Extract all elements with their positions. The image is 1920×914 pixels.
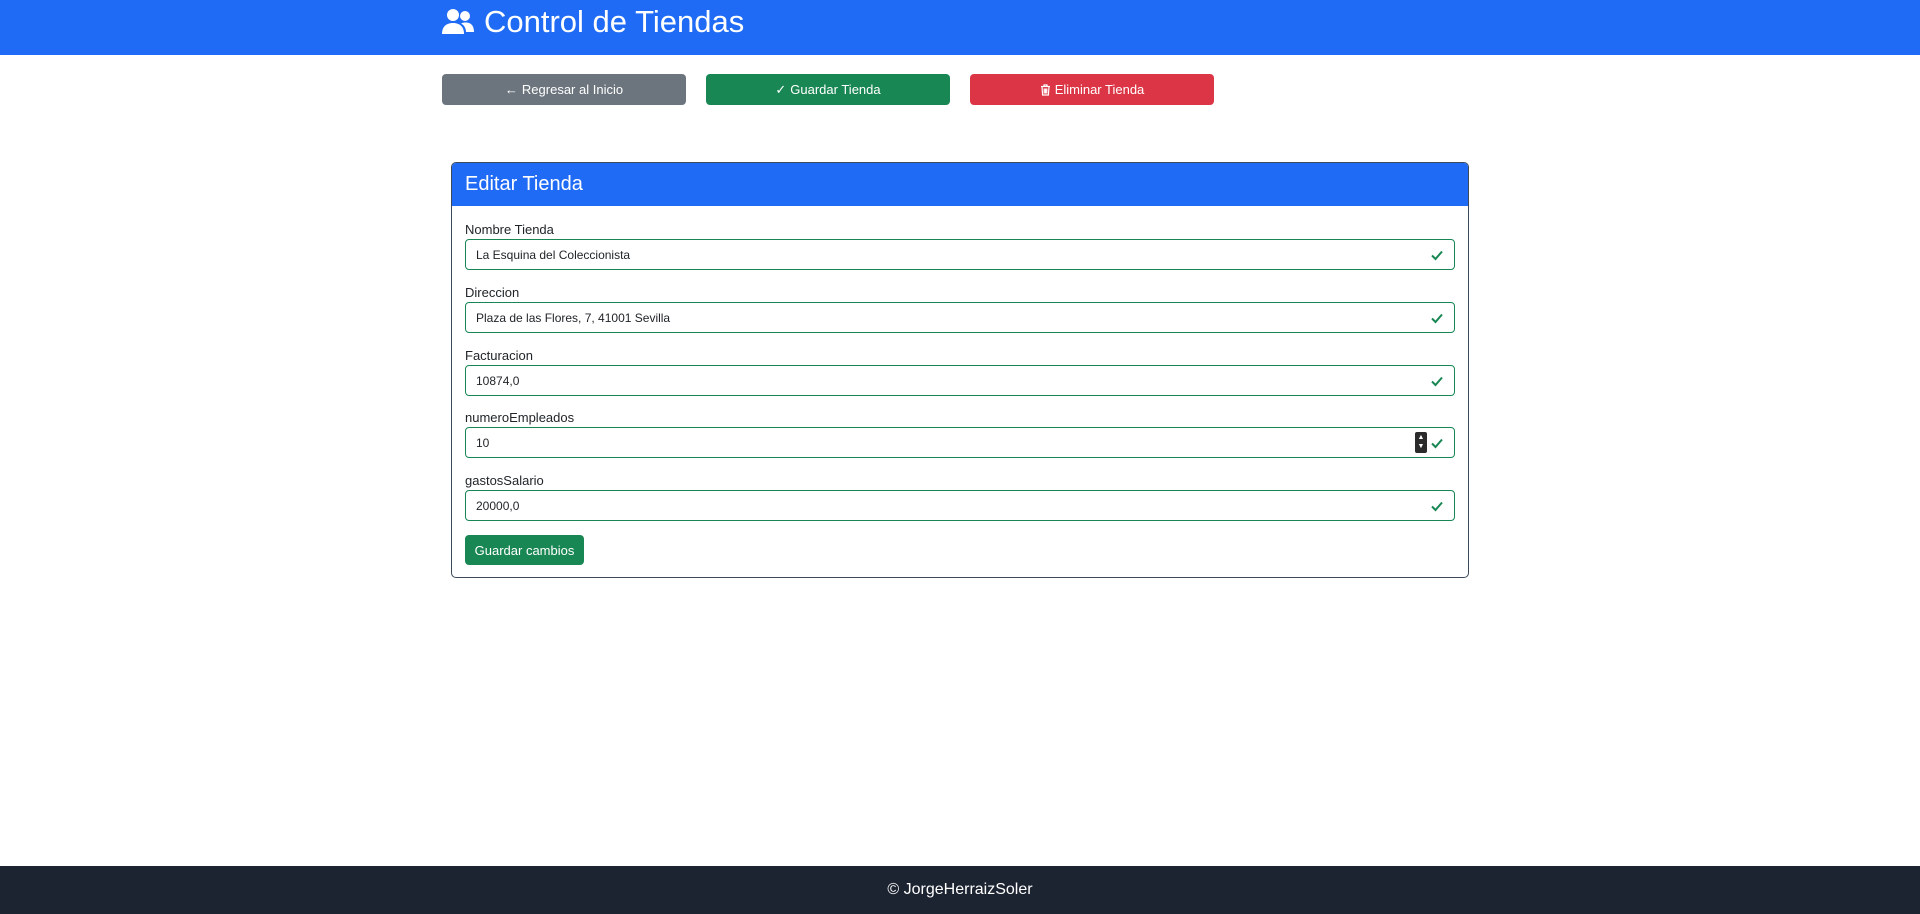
nombre-tienda-input[interactable] [466, 240, 1454, 269]
copyright-text: © JorgeHerraizSoler [887, 881, 1033, 898]
app-title: Control de Tiendas [484, 4, 745, 39]
brand[interactable]: Control de Tiendas [442, 4, 744, 40]
field-numero-empleados: numeroEmpleados ▲ ▼ [465, 409, 1455, 458]
save-store-button[interactable]: ✓ Guardar Tienda [706, 74, 950, 105]
back-home-label: Regresar al Inicio [521, 82, 624, 97]
top-navbar: Control de Tiendas [0, 0, 1920, 55]
footer: © JorgeHerraizSoler [0, 866, 1920, 914]
stepper-up-icon[interactable]: ▲ [1418, 434, 1425, 442]
valid-check-icon [1431, 376, 1443, 387]
back-home-button[interactable]: ← Regresar al Inicio [442, 74, 686, 105]
save-store-label: Guardar Tienda [790, 82, 881, 97]
valid-check-icon [1431, 438, 1443, 449]
edit-store-card: Editar Tienda Nombre Tienda Direccion Fa… [451, 162, 1469, 578]
field-nombre-tienda: Nombre Tienda [465, 221, 1455, 270]
stepper-down-icon[interactable]: ▼ [1418, 443, 1425, 451]
check-icon: ✓ [775, 82, 787, 97]
valid-check-icon [1431, 313, 1443, 324]
field-direccion: Direccion [465, 284, 1455, 333]
valid-check-icon [1431, 501, 1443, 512]
users-icon [442, 8, 474, 36]
field-gastos-salario: gastosSalario [465, 472, 1455, 521]
delete-store-button[interactable]: Eliminar Tienda [970, 74, 1214, 105]
field-label: numeroEmpleados [465, 410, 575, 425]
trash-icon [1040, 83, 1051, 96]
facturacion-input[interactable] [466, 366, 1454, 395]
valid-check-icon [1431, 250, 1443, 261]
number-stepper[interactable]: ▲ ▼ [1415, 432, 1427, 453]
direccion-input[interactable] [466, 303, 1454, 332]
card-title: Editar Tienda [465, 173, 583, 195]
gastos-salario-input[interactable] [466, 491, 1454, 520]
save-changes-button[interactable]: Guardar cambios [465, 535, 584, 565]
field-label: Facturacion [465, 348, 533, 363]
field-label: Direccion [465, 285, 520, 300]
field-label: Nombre Tienda [465, 222, 554, 237]
field-facturacion: Facturacion [465, 347, 1455, 396]
arrow-left-icon: ← [504, 82, 518, 97]
numero-empleados-input[interactable] [466, 428, 1454, 457]
card-header: Editar Tienda [452, 163, 1468, 206]
field-label: gastosSalario [465, 473, 544, 488]
delete-store-label: Eliminar Tienda [1054, 82, 1145, 97]
